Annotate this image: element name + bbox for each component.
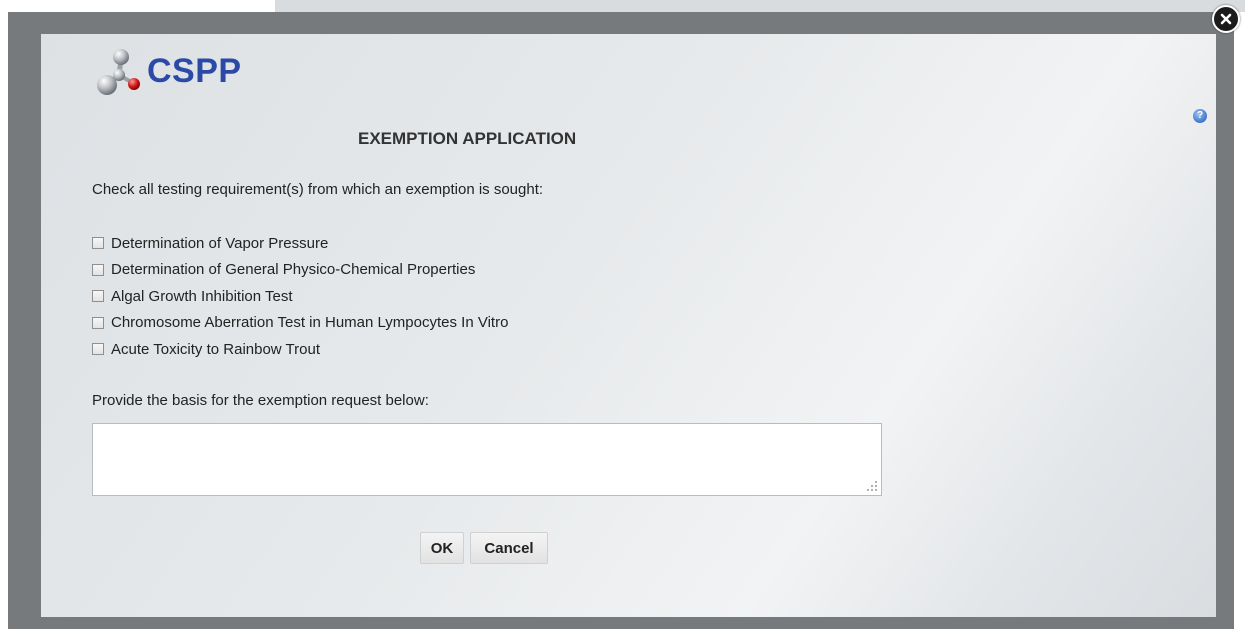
checkbox[interactable]	[92, 343, 104, 356]
requirement-physico-chemical[interactable]: Determination of General Physico-Chemica…	[92, 257, 508, 284]
checkbox-label: Determination of Vapor Pressure	[111, 234, 329, 252]
cancel-button[interactable]: Cancel	[470, 532, 548, 564]
close-dialog-button[interactable]	[1212, 5, 1240, 33]
close-icon	[1220, 13, 1232, 25]
requirement-chromosome-aberration[interactable]: Chromosome Aberration Test in Human Lymp…	[92, 310, 508, 337]
checkbox-label: Algal Growth Inhibition Test	[111, 287, 293, 305]
basis-textarea[interactable]	[92, 423, 882, 496]
checkbox-label: Determination of General Physico-Chemica…	[111, 261, 476, 279]
app-logo: CSPP	[93, 45, 242, 97]
instructions-text: Check all testing requirement(s) from wh…	[92, 181, 544, 198]
help-icon[interactable]: ?	[1193, 109, 1207, 123]
checkbox-label: Chromosome Aberration Test in Human Lymp…	[111, 314, 509, 332]
page-title: EXEMPTION APPLICATION	[358, 129, 577, 148]
basis-label: Provide the basis for the exemption requ…	[92, 392, 429, 409]
resize-grip-icon[interactable]	[865, 479, 879, 493]
checkbox[interactable]	[92, 290, 104, 303]
requirement-acute-toxicity[interactable]: Acute Toxicity to Rainbow Trout	[92, 336, 508, 363]
ok-button[interactable]: OK	[420, 532, 464, 564]
checkbox[interactable]	[92, 263, 104, 276]
background-strip	[275, 0, 1245, 12]
requirement-algal-growth[interactable]: Algal Growth Inhibition Test	[92, 283, 508, 310]
checkbox-label: Acute Toxicity to Rainbow Trout	[111, 340, 320, 358]
checkbox[interactable]	[92, 316, 104, 329]
requirement-vapor-pressure[interactable]: Determination of Vapor Pressure	[92, 230, 508, 257]
requirements-checkbox-list: Determination of Vapor Pressure Determin…	[92, 230, 508, 363]
molecule-logo-icon	[97, 49, 140, 95]
logo-text: CSPP	[147, 51, 242, 90]
checkbox[interactable]	[92, 237, 104, 250]
